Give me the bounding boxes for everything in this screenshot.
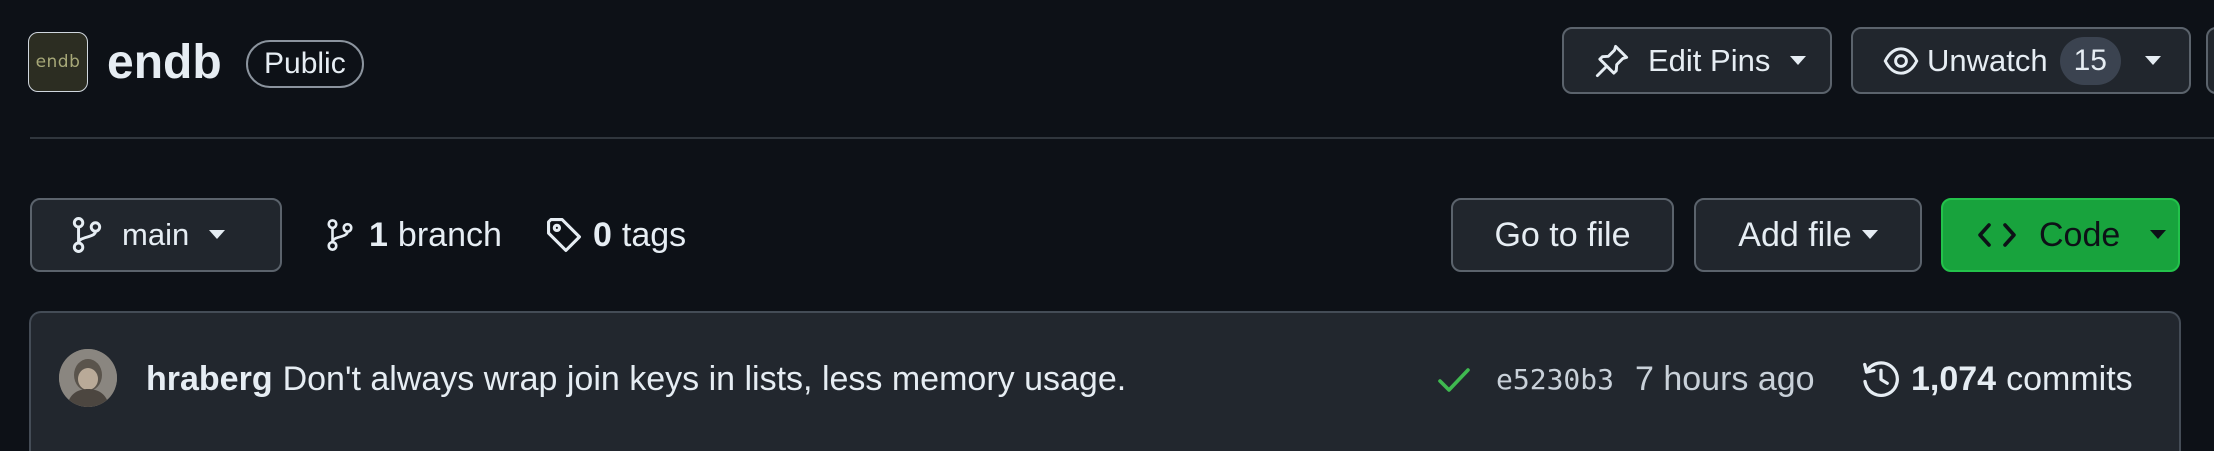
- branch-select-button[interactable]: main: [30, 198, 282, 272]
- add-file-button[interactable]: Add file: [1694, 198, 1922, 272]
- commit-message[interactable]: Don't always wrap join keys in lists, le…: [283, 360, 1127, 398]
- commit-time: 7 hours ago: [1635, 360, 1815, 398]
- commit-summary: hraberg Don't always wrap join keys in li…: [146, 355, 1126, 403]
- repo-name[interactable]: endb: [107, 32, 222, 94]
- visibility-badge: Public: [246, 40, 364, 88]
- check-icon[interactable]: [1437, 366, 1471, 394]
- branches-link[interactable]: 1 branch: [325, 210, 502, 260]
- commit-history-link[interactable]: 1,074 commits: [1861, 355, 2133, 403]
- commit-author[interactable]: hraberg: [146, 360, 273, 398]
- tags-link[interactable]: 0 tags: [545, 210, 686, 260]
- commit-count: 1,074: [1911, 360, 1997, 398]
- commits-label: commits: [2006, 360, 2133, 398]
- repo-avatar[interactable]: endb: [28, 32, 88, 92]
- code-label: Code: [2039, 215, 2121, 254]
- tag-count: 0: [593, 215, 612, 254]
- caret-down-icon: [2150, 230, 2167, 240]
- branch-count: 1: [369, 215, 388, 254]
- git-branch-icon: [325, 217, 355, 253]
- tag-icon: [545, 216, 583, 254]
- caret-down-icon: [2144, 55, 2161, 66]
- caret-down-icon: [1861, 230, 1878, 240]
- go-to-file-label: Go to file: [1494, 215, 1631, 254]
- caret-down-icon: [1790, 55, 1807, 66]
- fork-button-partial[interactable]: [2206, 27, 2214, 94]
- avatar[interactable]: [59, 349, 117, 407]
- header-divider: [30, 137, 2214, 139]
- tag-label: tags: [621, 215, 687, 254]
- unwatch-button[interactable]: Unwatch 15: [1851, 27, 2191, 94]
- branch-name: main: [122, 217, 190, 252]
- code-icon: [1977, 220, 2017, 250]
- unwatch-label: Unwatch: [1927, 42, 2048, 78]
- watch-count: 15: [2059, 36, 2121, 85]
- edit-pins-button[interactable]: Edit Pins: [1562, 27, 1832, 94]
- edit-pins-label: Edit Pins: [1648, 42, 1771, 78]
- caret-down-icon: [209, 230, 226, 240]
- history-icon: [1861, 359, 1901, 399]
- branch-label: branch: [397, 215, 502, 254]
- commit-hash[interactable]: e5230b3: [1496, 360, 1614, 400]
- code-button[interactable]: Code: [1941, 198, 2180, 272]
- eye-icon: [1883, 43, 1919, 79]
- git-branch-icon: [70, 216, 104, 254]
- add-file-label: Add file: [1738, 215, 1852, 254]
- pin-icon: [1594, 43, 1630, 79]
- go-to-file-button[interactable]: Go to file: [1451, 198, 1674, 272]
